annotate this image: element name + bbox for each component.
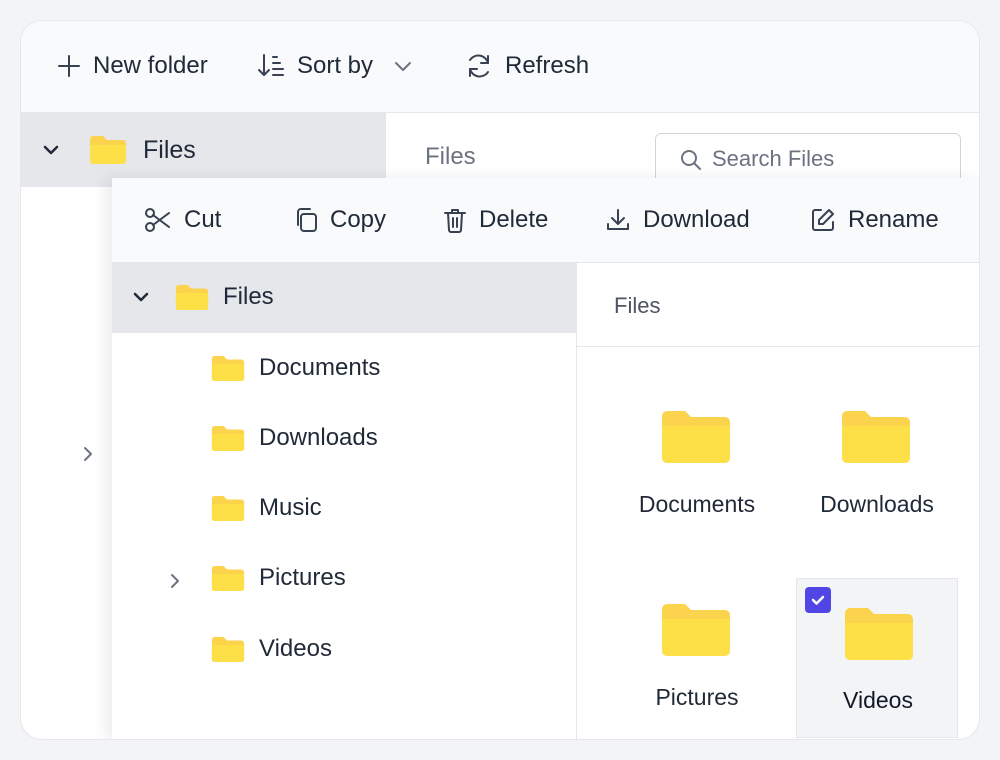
front-window: Cut Copy Delete Download Rename Files Do… [112, 178, 979, 739]
plus-icon [58, 55, 80, 77]
selected-checkbox[interactable] [805, 587, 831, 613]
tile-label: Documents [638, 491, 756, 517]
tree-item-music[interactable]: Music [211, 494, 322, 522]
tree-item-downloads[interactable]: Downloads [211, 424, 378, 452]
tree-root-label: Files [223, 283, 274, 310]
back-tree-root-label: Files [143, 135, 196, 164]
chevron-right-icon[interactable] [167, 573, 183, 589]
sort-by-label: Sort by [297, 52, 374, 79]
tile-label: Videos [843, 687, 913, 713]
tree-item-label: Downloads [259, 424, 378, 451]
new-folder-button[interactable]: New folder [57, 52, 208, 80]
tree-item-label: Pictures [259, 564, 346, 591]
tree-item-label: Videos [259, 635, 332, 662]
scissors-icon [145, 208, 170, 232]
tree-item-label: Documents [259, 354, 381, 381]
tree-item-videos[interactable]: Videos [211, 635, 332, 663]
tree-item-documents[interactable]: Documents [211, 354, 380, 382]
refresh-icon [469, 54, 489, 78]
tile-videos[interactable]: Videos [796, 578, 958, 738]
folder-icon [845, 608, 913, 660]
back-toolbar: New folder Sort by Refresh [21, 21, 979, 113]
edit-icon [812, 209, 834, 231]
copy-label: Copy [330, 206, 387, 233]
chevron-right-icon[interactable] [79, 445, 97, 463]
cut-button[interactable]: Cut [144, 206, 221, 234]
checkmark-icon [811, 595, 825, 605]
rename-label: Rename [848, 206, 939, 233]
folder-icon [662, 411, 730, 463]
chevron-down-icon [133, 292, 149, 302]
tile-label: Pictures [655, 684, 739, 710]
app-window: New folder Sort by Refresh Files Files C… [20, 20, 980, 740]
folder-icon [211, 495, 245, 521]
folder-icon [90, 136, 126, 164]
front-toolbar: Cut Copy Delete Download Rename [112, 178, 979, 263]
tile-documents[interactable]: Documents [616, 378, 778, 538]
tree-root[interactable]: Files [132, 283, 274, 311]
tile-pictures[interactable]: Pictures [616, 571, 778, 731]
back-breadcrumb[interactable]: Files [425, 143, 476, 171]
folder-icon [175, 284, 209, 310]
chevron-down-icon [43, 145, 59, 155]
delete-label: Delete [479, 206, 549, 233]
refresh-button[interactable]: Refresh [465, 52, 589, 80]
tile-downloads[interactable]: Downloads [796, 378, 958, 538]
back-tree-root[interactable]: Files [41, 135, 196, 165]
folder-icon [211, 355, 245, 381]
refresh-label: Refresh [505, 52, 590, 79]
divider [577, 346, 979, 347]
content-breadcrumb[interactable]: Files [614, 293, 660, 319]
delete-button[interactable]: Delete [443, 206, 548, 234]
chevron-down-icon [395, 62, 412, 71]
folder-icon [842, 411, 910, 463]
copy-icon [297, 208, 317, 232]
folder-icon [662, 604, 730, 656]
download-icon [607, 209, 629, 230]
folder-icon [211, 636, 245, 662]
new-folder-label: New folder [93, 52, 208, 79]
folder-icon [211, 425, 245, 451]
tree-item-label: Music [259, 494, 322, 521]
cut-label: Cut [184, 206, 222, 233]
sort-icon [258, 54, 284, 76]
copy-button[interactable]: Copy [294, 206, 386, 234]
search-icon [681, 150, 701, 170]
rename-button[interactable]: Rename [810, 206, 939, 234]
download-label: Download [643, 206, 750, 233]
sort-by-button[interactable]: Sort by [257, 52, 415, 80]
search-input[interactable] [712, 146, 932, 172]
folder-tree: Files Documents Downloads Music Pictures [112, 263, 577, 739]
folder-icon [211, 565, 245, 591]
download-button[interactable]: Download [605, 206, 750, 234]
tree-item-pictures[interactable]: Pictures [211, 564, 346, 592]
trash-icon [444, 209, 466, 233]
tile-label: Downloads [820, 491, 934, 517]
